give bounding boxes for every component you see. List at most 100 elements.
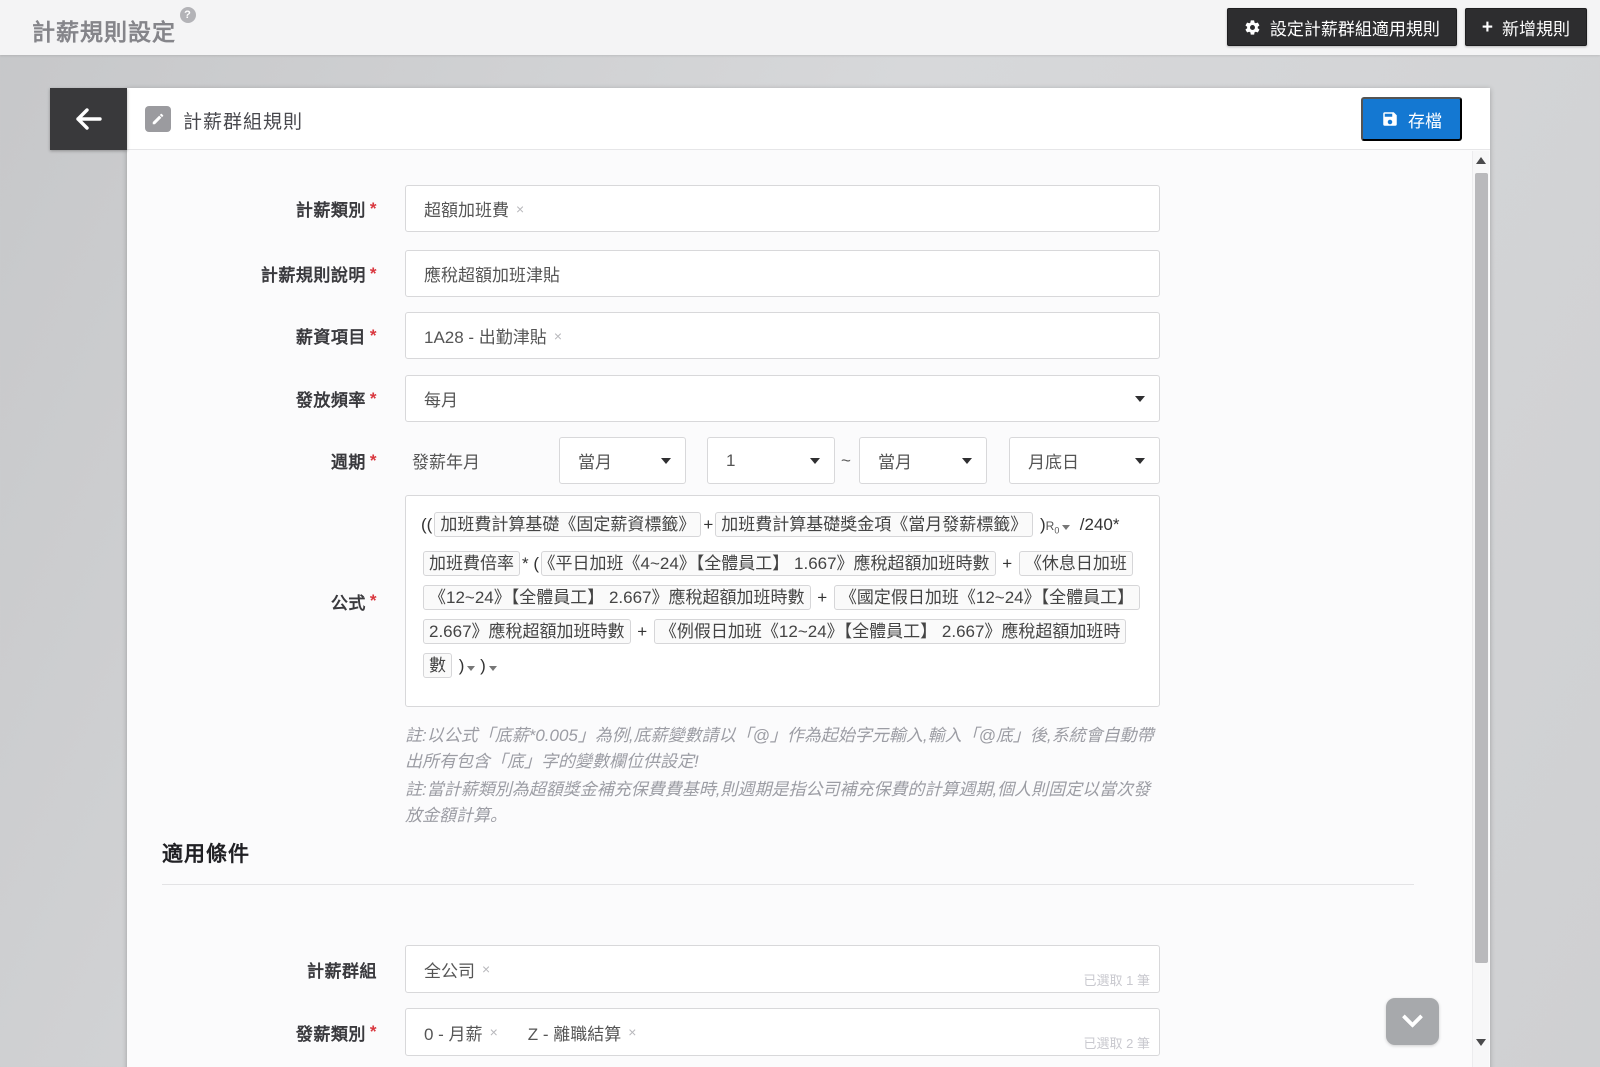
- set-group-rules-button[interactable]: 設定計薪群組適用規則: [1226, 8, 1457, 46]
- formula-text: +: [812, 588, 832, 608]
- cycle-row: 週期 * 發薪年月 當月 1 ~ 當月 月底日: [127, 437, 1160, 484]
- remove-tag-icon[interactable]: ×: [482, 961, 490, 977]
- selected-count: 已選取 1 筆: [1083, 973, 1150, 988]
- panel-title: 計薪群組規則: [183, 112, 304, 133]
- pay-frequency-label: 發放頻率 *: [295, 388, 377, 411]
- scroll-to-bottom-button[interactable]: [1386, 998, 1439, 1045]
- selected-count: 已選取 2 筆: [1083, 1036, 1150, 1051]
- salary-item-row: 薪資項目 * 1A28 - 出勤津貼 ×: [127, 312, 1160, 359]
- chevron-down-icon: [661, 457, 671, 464]
- pay-type-label: 發薪類別 *: [295, 1022, 377, 1044]
- formula-text: ): [1035, 515, 1046, 534]
- chevron-down-icon: [1135, 395, 1145, 402]
- section-divider: [162, 884, 1414, 885]
- remove-tag-icon[interactable]: ×: [516, 201, 524, 217]
- remove-tag-icon[interactable]: ×: [628, 1024, 636, 1040]
- salary-item-label: 薪資項目 *: [295, 325, 377, 348]
- pay-group-label: 計薪群組: [307, 961, 377, 981]
- page-title-text: 計薪規則設定: [32, 19, 176, 45]
- salary-item-input[interactable]: 1A28 - 出勤津貼 ×: [405, 312, 1160, 359]
- scroll-down-arrow-icon[interactable]: [1476, 1039, 1486, 1046]
- chevron-down-icon: [810, 457, 820, 464]
- required-marker: *: [369, 591, 377, 610]
- formula-variable-tag[interactable]: 加班費計算基礎獎金項《當月發薪標籤》: [715, 512, 1034, 537]
- required-marker: *: [369, 1022, 377, 1041]
- pay-category-input[interactable]: 超額加班費 ×: [405, 185, 1160, 232]
- conditions-section-title: 適用條件: [162, 843, 250, 866]
- rule-description-input[interactable]: 應稅超額加班津貼: [405, 250, 1160, 297]
- scrollbar-thumb[interactable]: [1475, 173, 1488, 963]
- cycle-separator: ~: [841, 450, 851, 470]
- panel-header: 計薪群組規則 存檔: [127, 88, 1490, 150]
- chevron-down-icon: [1401, 1006, 1424, 1028]
- cycle-start-day-select[interactable]: 1: [707, 437, 835, 484]
- save-disk-icon: [1381, 110, 1399, 128]
- selected-tag: 全公司 ×: [424, 961, 491, 981]
- page-title: 計薪規則設定?: [32, 7, 196, 47]
- cycle-end-day-select[interactable]: 月底日: [1009, 437, 1160, 484]
- cycle-prefix-label: 發薪年月: [412, 453, 480, 472]
- save-button[interactable]: 存檔: [1361, 97, 1462, 141]
- chevron-down-icon: [962, 457, 972, 464]
- add-rule-label: 新增規則: [1502, 19, 1570, 39]
- note-line: 註:當計薪類別為超額獎金補充保費費基時,則週期是指公司補充保費的計算週期,個人則…: [405, 780, 1151, 825]
- pay-frequency-row: 發放頻率 * 每月: [127, 375, 1160, 422]
- formula-variable-tag[interactable]: 加班費計算基礎《固定薪資標籤》: [434, 512, 702, 537]
- required-marker: *: [369, 450, 377, 470]
- rounding-selector[interactable]: R0: [1046, 519, 1071, 535]
- selected-tag: 1A28 - 出勤津貼 ×: [424, 327, 562, 348]
- chevron-down-icon: [1135, 457, 1145, 464]
- formula-variable-tag[interactable]: 加班費倍率: [423, 551, 520, 577]
- vertical-scrollbar[interactable]: [1472, 151, 1489, 1067]
- selected-tag: 超額加班費 ×: [424, 200, 525, 221]
- formula-text: * (: [522, 554, 539, 574]
- pay-type-input[interactable]: 0 - 月薪 × Z - 離職結算 × 已選取 2 筆: [405, 1008, 1160, 1056]
- formula-editor[interactable]: ((加班費計算基礎《固定薪資標籤》 + 加班費計算基礎獎金項《當月發薪標籤》 )R0…: [405, 495, 1160, 707]
- formula-text: ): [475, 656, 486, 676]
- gear-icon: [1244, 19, 1261, 36]
- required-marker: *: [369, 388, 377, 408]
- pay-group-input[interactable]: 全公司 × 已選取 1 筆: [405, 945, 1160, 993]
- formula-text: +: [632, 622, 652, 642]
- pay-type-row: 發薪類別 * 0 - 月薪 × Z - 離職結算 × 已選取 2 筆: [127, 1008, 1160, 1056]
- save-button-label: 存檔: [1408, 111, 1442, 131]
- back-arrow-icon: [75, 107, 103, 131]
- formula-text: +: [997, 554, 1017, 574]
- required-marker: *: [369, 198, 377, 218]
- pay-frequency-select[interactable]: 每月: [405, 375, 1160, 422]
- required-marker: *: [369, 263, 377, 283]
- note-line: 註:以公式「底薪*0.005」為例,底薪變數請以「@」作為起始字元輸入,輸入「@…: [405, 726, 1154, 771]
- plus-icon: +: [1481, 16, 1493, 38]
- back-button[interactable]: [50, 88, 127, 150]
- formula-text: ): [454, 656, 465, 676]
- formula-label: 公式 *: [330, 591, 377, 613]
- remove-tag-icon[interactable]: ×: [490, 1024, 498, 1040]
- formula-notes: 註:以公式「底薪*0.005」為例,底薪變數請以「@」作為起始字元輸入,輸入「@…: [405, 723, 1165, 831]
- selected-tag: Z - 離職結算 ×: [527, 1024, 637, 1044]
- cycle-label: 週期 *: [330, 450, 377, 473]
- remove-tag-icon[interactable]: ×: [554, 328, 562, 344]
- required-marker: *: [369, 325, 377, 345]
- scroll-up-arrow-icon[interactable]: [1476, 157, 1486, 164]
- pay-group-row: 計薪群組 全公司 × 已選取 1 筆: [127, 945, 1160, 993]
- cycle-end-month-select[interactable]: 當月: [859, 437, 987, 484]
- set-group-rules-label: 設定計薪群組適用規則: [1269, 19, 1440, 39]
- pay-frequency-value: 每月: [424, 391, 458, 410]
- formula-text: /240*: [1070, 515, 1120, 534]
- rule-description-label: 計薪規則說明 *: [260, 263, 377, 286]
- formula-text: ((: [421, 515, 433, 534]
- rounding-caret-icon[interactable]: [488, 666, 497, 672]
- pay-category-row: 計薪類別 * 超額加班費 ×: [127, 185, 1160, 232]
- top-actions: 設定計薪群組適用規則 + 新增規則: [1226, 8, 1587, 46]
- pay-category-label: 計薪類別 *: [295, 198, 377, 221]
- formula-variable-tag[interactable]: 《平日加班《4~24》【全體員工】 1.667》應稅超額加班時數: [541, 551, 996, 577]
- selected-tag: 0 - 月薪 ×: [424, 1024, 498, 1044]
- add-rule-button[interactable]: + 新增規則: [1464, 8, 1587, 46]
- rule-edit-panel: 計薪群組規則 存檔 計薪類別 * 超額加班費 × 計薪規則說明 * 應稅超額加班津貼 …: [127, 88, 1490, 1067]
- rule-description-value: 應稅超額加班津貼: [424, 266, 560, 285]
- edit-pencil-icon: [145, 106, 171, 132]
- cycle-start-month-select[interactable]: 當月: [559, 437, 686, 484]
- formula-text: +: [703, 515, 714, 534]
- help-icon[interactable]: ?: [180, 7, 196, 23]
- top-bar: 計薪規則設定? 設定計薪群組適用規則 + 新增規則: [0, 0, 1600, 55]
